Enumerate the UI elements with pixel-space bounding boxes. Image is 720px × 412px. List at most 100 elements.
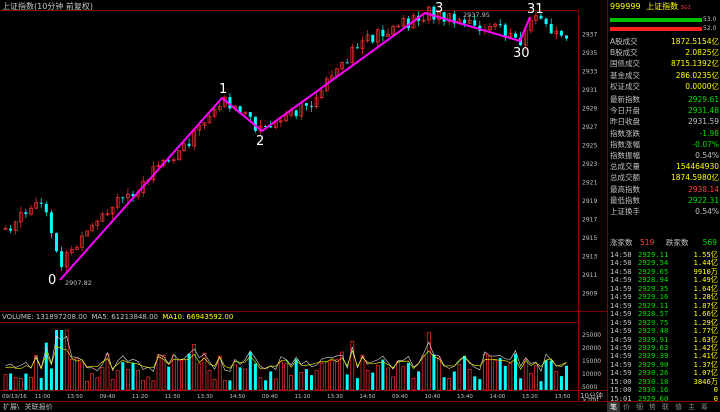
volume-bar [406, 363, 410, 390]
turnover-value: 8715.1392亿 [670, 59, 719, 69]
turnover-row: 国债成交 8715.1392亿 [610, 59, 719, 69]
volume-bar [360, 354, 365, 391]
tab-expand[interactable]: 扩展\ [3, 403, 19, 411]
candle-body [498, 24, 502, 26]
chart-title: 上证指数(10分钟 前复权) [2, 2, 93, 11]
period-label[interactable]: 10分钟 [580, 391, 603, 401]
quote-value: 2938.14 [687, 184, 719, 194]
wave-label-3: 3 [435, 1, 444, 16]
volume-bar [375, 364, 380, 391]
time-label: 14:00 [490, 394, 506, 400]
candle-body [60, 251, 64, 267]
candle-body [310, 105, 313, 107]
quote-row: 今日开盘 2931.48 [610, 106, 719, 116]
candle-body [294, 110, 298, 117]
volume-bar [156, 354, 161, 391]
time-label: 13:30 [197, 394, 213, 400]
volume-bar [3, 374, 8, 391]
quote-value: 154464930 [676, 162, 719, 172]
breadth-bar-red [610, 27, 702, 31]
quote-value: 2922.31 [687, 195, 719, 205]
volume-bar [396, 361, 401, 391]
volume-bar [294, 359, 298, 390]
price-tick-label: 2917 [582, 217, 597, 224]
volume-bar [95, 377, 100, 391]
price-tick-label: 2913 [582, 254, 597, 261]
time-label: 13:30 [327, 394, 343, 400]
candle-body [55, 233, 58, 252]
volume-bar [273, 378, 278, 391]
time-label: 13:40 [457, 394, 473, 400]
volume-tick-label: 15000 [582, 358, 601, 365]
volume-bar [365, 370, 370, 391]
time-label: 11:00 [35, 394, 51, 400]
volume-ma-lines [5, 335, 567, 372]
time-label: 09/13/16 [2, 394, 27, 400]
quote-row: 指数涨幅 -0.07% [610, 140, 719, 150]
volume-bar [508, 362, 513, 391]
price-tick-label: 2925 [582, 143, 597, 150]
volume-tick-label: 10000 [582, 371, 601, 378]
volume-bar [238, 367, 242, 390]
price-tick-label: 2935 [582, 50, 597, 57]
wave-value-0: 2907.82 [65, 279, 92, 287]
quote-panel: 999999 上证指数 SG1 53.0 52.0 A股成交 1872.5154亿… [607, 0, 720, 411]
breadth-bar-green [610, 18, 702, 22]
candle-body [39, 202, 43, 204]
wave-label-1: 1 [219, 82, 228, 97]
price-tick-label: 2909 [582, 291, 597, 298]
volume-bar [151, 380, 156, 391]
volume-bar [381, 359, 385, 390]
volume-bar [126, 369, 130, 391]
volume-bar [355, 378, 359, 390]
candle-body [355, 47, 359, 49]
candle-body [24, 212, 28, 215]
candle-body [248, 112, 252, 117]
time-label: 11:50 [165, 394, 181, 400]
price-tick-label: 2931 [582, 87, 597, 94]
volume-bar [75, 357, 79, 391]
quote-value: 2929.61 [687, 95, 719, 104]
price-tick-label: 2929 [582, 106, 597, 113]
volume-bar [437, 357, 441, 391]
price-tick-label: 2927 [582, 124, 597, 131]
volume-bar [319, 362, 324, 391]
quote-label: 总成交额 [610, 173, 640, 183]
volume-bar [258, 377, 263, 391]
quote-row: 最低指数 2922.31 [610, 196, 719, 206]
quote-row: 最高指数 2938.14 [610, 185, 719, 195]
volume-bar [49, 368, 53, 390]
time-label: 14:50 [360, 394, 376, 400]
volume-bar [559, 376, 563, 390]
wave-label-30: 30 [513, 46, 530, 61]
volume-bar [69, 358, 74, 391]
time-label: 14:50 [230, 394, 246, 400]
turnover-row: B股成交 2.0825亿 [610, 48, 719, 58]
candle-body [559, 30, 563, 36]
volume-bar [345, 374, 349, 390]
volume-bar [371, 372, 375, 390]
price-tick-label: 2919 [582, 198, 597, 205]
volume-bar [29, 377, 33, 391]
breadth-bar-red-value: 52.0 [703, 25, 717, 32]
volume-bar [401, 366, 406, 391]
volume-bar [217, 355, 222, 391]
quote-row: 总成交量 154464930 [610, 162, 719, 172]
volume-bar [253, 363, 257, 390]
volume-bar [90, 373, 95, 391]
price-tick-label: 2921 [582, 180, 597, 187]
candle-body [371, 34, 375, 43]
time-label: 09:40 [392, 394, 408, 400]
volume-bar [493, 360, 497, 391]
volume-bar [9, 373, 13, 390]
volume-bar [212, 379, 217, 391]
volume-bar [264, 380, 268, 390]
volume-bar [426, 332, 431, 391]
quote-label: 今日开盘 [610, 106, 640, 116]
volume-bar [141, 380, 146, 391]
quote-label: 指数振幅 [610, 151, 640, 160]
tab-related-quotes[interactable]: 关联报价 [25, 403, 53, 411]
quote-label: 总成交量 [610, 162, 640, 172]
wave-label-2: 2 [256, 134, 265, 149]
volume-legend: VOLUME: 131897208.00 MA5: 61213848.00 MA… [2, 312, 233, 322]
